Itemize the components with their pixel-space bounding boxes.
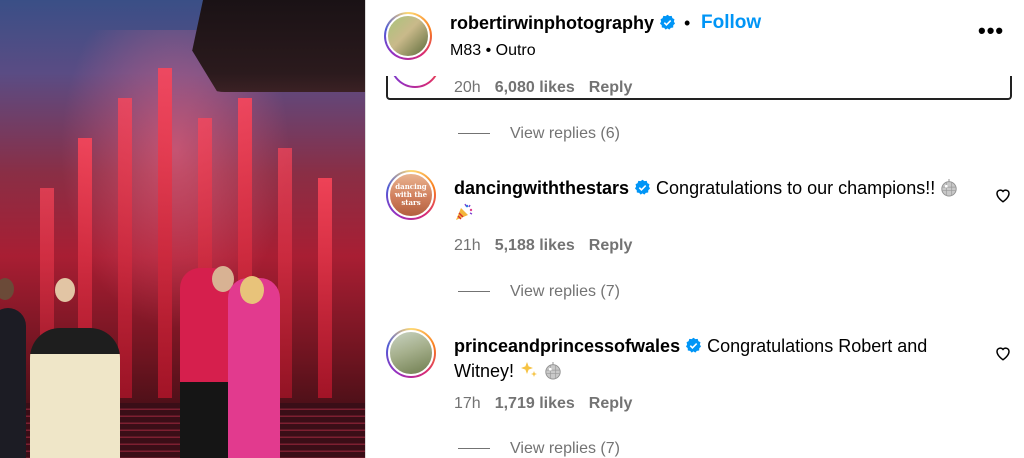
avatar-logo-text: dancing with the stars (394, 182, 428, 207)
comment-likes[interactable]: 6,080 likes (495, 79, 575, 96)
author-avatar[interactable] (384, 12, 432, 60)
mirror-ball-icon (941, 179, 957, 197)
author-username-label[interactable]: robertirwinphotography (450, 13, 654, 33)
reply-button[interactable]: Reply (589, 79, 633, 96)
comments-list[interactable]: 20h 6,080 likes Reply View replies (6) dan… (366, 76, 1024, 458)
comment-meta: 17h 1,719 likes Reply (454, 395, 632, 413)
person-pink-dress (228, 278, 280, 458)
reply-button[interactable]: Reply (589, 237, 633, 254)
person-left (0, 308, 26, 458)
replies-line (458, 291, 490, 293)
verified-badge-icon (686, 337, 702, 353)
view-replies-button[interactable]: View replies (7) (458, 283, 620, 301)
comment-text: Congratulations to our champions!! (656, 178, 936, 198)
view-replies-label[interactable]: View replies (7) (510, 283, 620, 300)
verified-badge-icon (635, 179, 651, 195)
author-username[interactable]: robertirwinphotography (450, 13, 676, 34)
person-head (240, 276, 264, 304)
person-red-suit (180, 268, 232, 458)
reply-button[interactable]: Reply (589, 395, 633, 412)
follow-button[interactable]: Follow (701, 12, 761, 34)
comment-text-line1: Congratulations Robert and (707, 336, 928, 356)
comment-time: 21h (454, 237, 481, 254)
person-gown (30, 328, 120, 458)
post-header: robertirwinphotography • Follow M83 • Ou… (366, 0, 1024, 76)
post-media[interactable] (0, 0, 365, 458)
view-replies-label[interactable]: View replies (7) (510, 440, 620, 457)
comment-body: princeandprincessofwales Congratulations… (454, 334, 974, 384)
view-replies-label[interactable]: View replies (6) (510, 125, 620, 142)
view-replies-button[interactable]: View replies (7) (458, 440, 620, 458)
comment-avatar[interactable]: dancing with the stars (386, 170, 436, 220)
comment-username[interactable]: princeandprincessofwales (454, 336, 680, 356)
audio-track-link[interactable]: M83 • Outro (450, 42, 536, 60)
comment-avatar[interactable] (386, 328, 436, 378)
comment-text-line2: Witney! (454, 361, 515, 381)
comment-meta: 21h 5,188 likes Reply (454, 237, 632, 255)
verified-badge-icon (659, 14, 676, 30)
comment-likes[interactable]: 5,188 likes (495, 237, 575, 254)
header-separator: • (684, 13, 691, 33)
comment-time: 17h (454, 395, 481, 412)
comment-username[interactable]: dancingwiththestars (454, 178, 629, 198)
like-heart-icon[interactable] (994, 344, 1012, 362)
stage-truss (192, 0, 365, 92)
comment-body: dancingwiththestars Congratulations to o… (454, 176, 974, 226)
light-column (158, 68, 172, 398)
person-head (55, 278, 75, 302)
replies-line (458, 448, 490, 450)
light-column (318, 178, 332, 398)
more-options-icon[interactable]: ••• (978, 18, 1004, 44)
replies-line (458, 133, 490, 135)
sparkles-icon (521, 362, 538, 377)
like-heart-icon[interactable] (994, 186, 1012, 204)
light-column (278, 148, 292, 398)
comment-likes[interactable]: 1,719 likes (495, 395, 575, 412)
comment-time: 20h (454, 79, 481, 96)
person-head (0, 278, 14, 300)
view-replies-button[interactable]: View replies (6) (458, 125, 620, 143)
light-column (118, 98, 132, 398)
mirror-ball-icon (545, 362, 561, 380)
party-popper-icon (456, 203, 473, 220)
comment-meta: 20h 6,080 likes Reply (454, 79, 632, 97)
